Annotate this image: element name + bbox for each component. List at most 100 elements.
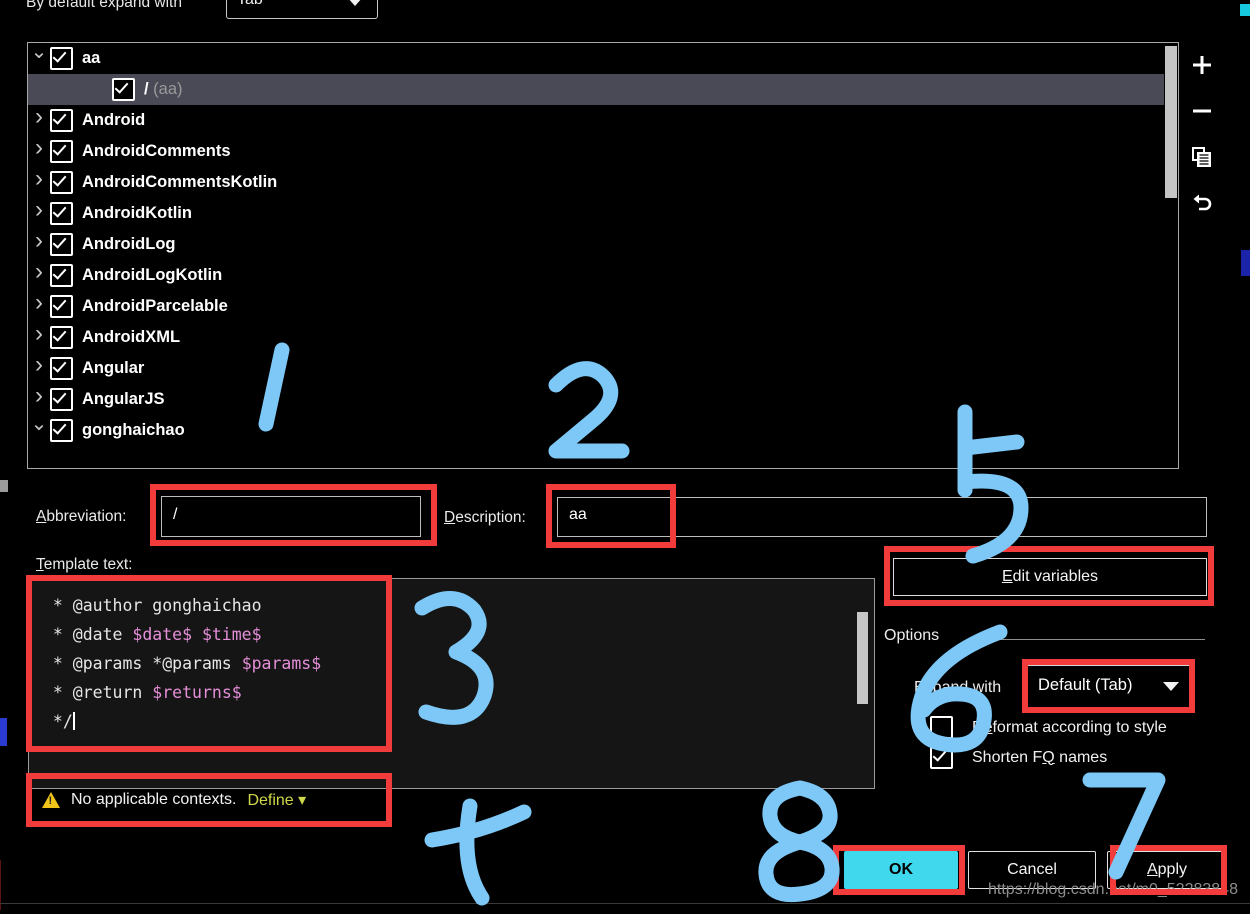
tree-row-checkbox[interactable] bbox=[50, 264, 73, 287]
duplicate-icon[interactable] bbox=[1183, 134, 1221, 180]
template-text-token: * @params *@params bbox=[43, 654, 242, 673]
tree-row[interactable]: / (aa) bbox=[28, 74, 1178, 105]
watermark-text: https://blog.csdn.net/m0_52283848 bbox=[988, 881, 1238, 898]
tree-row[interactable]: AndroidKotlin bbox=[28, 198, 1178, 229]
template-text-line: * @date $date$ $time$ bbox=[43, 620, 321, 649]
tree-row[interactable]: aa bbox=[28, 43, 1178, 74]
tree-row[interactable]: AndroidXML bbox=[28, 322, 1178, 353]
edge-fragment-right-cyan bbox=[1240, 4, 1250, 16]
chevron-right-icon[interactable] bbox=[28, 236, 50, 253]
tree-row[interactable]: AndroidLog bbox=[28, 229, 1178, 260]
cancel-button-label: Cancel bbox=[1007, 861, 1057, 878]
tree-row-checkbox[interactable] bbox=[50, 171, 73, 194]
edge-fragment-left-gray bbox=[0, 480, 8, 492]
tree-row-checkbox[interactable] bbox=[50, 202, 73, 225]
template-text-line: * @author gonghaichao bbox=[43, 591, 321, 620]
context-warning-text: No applicable contexts. bbox=[71, 791, 237, 808]
template-text-line: * @params *@params $params$ bbox=[43, 649, 321, 678]
apply-button-label: Apply bbox=[1146, 861, 1188, 878]
add-icon[interactable] bbox=[1183, 42, 1221, 88]
template-variable-token: $date$ $time$ bbox=[132, 625, 262, 644]
tree-rows: aa / (aa) Android AndroidComments AndroidCom… bbox=[28, 43, 1178, 446]
chevron-right-icon[interactable] bbox=[28, 267, 50, 284]
chevron-right-icon[interactable] bbox=[28, 174, 50, 191]
tree-row-checkbox[interactable] bbox=[50, 109, 73, 132]
edit-variables-button[interactable]: Edit variables bbox=[893, 558, 1207, 596]
chevron-down-icon[interactable] bbox=[28, 50, 50, 67]
tree-row-checkbox[interactable] bbox=[50, 233, 73, 256]
reformat-option-row[interactable]: Reformat according to style bbox=[930, 716, 1167, 739]
revert-icon[interactable] bbox=[1183, 180, 1221, 226]
shorten-option-row[interactable]: Shorten FQ names bbox=[930, 746, 1107, 769]
warning-triangle-icon bbox=[42, 792, 60, 808]
tree-row[interactable]: AngularJS bbox=[28, 384, 1178, 415]
chevron-right-icon[interactable] bbox=[28, 298, 50, 315]
tree-row-label: gonghaichao bbox=[82, 421, 185, 439]
tree-row-label: aa bbox=[82, 49, 101, 67]
abbreviation-label: Abbreviation: bbox=[36, 508, 127, 525]
define-contexts-link[interactable]: Define ▾ bbox=[247, 790, 306, 810]
reformat-label: Reformat according to style bbox=[972, 718, 1167, 736]
ok-button[interactable]: OK bbox=[844, 851, 958, 889]
description-value: aa bbox=[569, 506, 587, 523]
remove-icon[interactable] bbox=[1183, 88, 1221, 134]
tree-row-checkbox[interactable] bbox=[50, 326, 73, 349]
tree-row-label: Angular bbox=[82, 359, 145, 377]
description-label: Description: bbox=[444, 509, 526, 526]
edge-fragment-right-blue bbox=[1241, 250, 1250, 276]
shorten-checkbox[interactable] bbox=[930, 746, 953, 769]
chevron-down-icon[interactable] bbox=[28, 422, 50, 439]
tree-row-checkbox[interactable] bbox=[50, 47, 73, 70]
expand-with-label: Expand with bbox=[914, 679, 1002, 696]
template-variable-token: $params$ bbox=[241, 654, 322, 673]
template-text-token: * @date bbox=[43, 625, 133, 644]
chevron-right-icon[interactable] bbox=[28, 143, 50, 160]
shorten-label: Shorten FQ names bbox=[972, 748, 1108, 766]
ok-button-label: OK bbox=[889, 861, 913, 878]
annotation-numeral-4 bbox=[424, 798, 532, 906]
annotation-numeral-8 bbox=[758, 780, 840, 903]
tree-row-label: Android bbox=[82, 111, 146, 129]
tree-row[interactable]: gonghaichao bbox=[28, 415, 1178, 446]
tree-row[interactable]: AndroidComments bbox=[28, 136, 1178, 167]
tree-row-label: / (aa) bbox=[144, 80, 183, 98]
template-text-token: */ bbox=[43, 712, 73, 731]
default-expand-select[interactable]: Tab bbox=[226, 0, 378, 19]
template-text-editor[interactable]: * @author gonghaichao * @date $date$ $ti… bbox=[28, 578, 875, 789]
abbreviation-input[interactable]: / bbox=[161, 496, 421, 537]
tree-row[interactable]: Angular bbox=[28, 353, 1178, 384]
tree-row-label: AndroidLogKotlin bbox=[82, 266, 223, 284]
template-variable-token: $returns$ bbox=[152, 683, 242, 702]
template-scrollbar-thumb[interactable] bbox=[857, 612, 868, 704]
tree-row[interactable]: AndroidParcelable bbox=[28, 291, 1178, 322]
chevron-right-icon[interactable] bbox=[28, 360, 50, 377]
tree-row-checkbox[interactable] bbox=[50, 388, 73, 411]
reformat-checkbox[interactable] bbox=[930, 716, 953, 739]
text-cursor bbox=[72, 712, 75, 730]
edit-variables-label: Edit variables bbox=[1001, 568, 1099, 585]
tree-row[interactable]: AndroidLogKotlin bbox=[28, 260, 1178, 291]
tree-row[interactable]: Android bbox=[28, 105, 1178, 136]
tree-scrollbar-track[interactable] bbox=[1164, 43, 1178, 468]
tree-row-label: AngularJS bbox=[82, 390, 165, 408]
template-text-line: * @return $returns$ bbox=[43, 678, 321, 707]
tree-row-checkbox[interactable] bbox=[50, 419, 73, 442]
expand-with-value: Default (Tab) bbox=[1038, 676, 1133, 694]
tree-row-checkbox[interactable] bbox=[112, 78, 135, 101]
description-input[interactable]: aa bbox=[557, 497, 1207, 537]
tree-scrollbar-thumb[interactable] bbox=[1165, 46, 1177, 198]
tree-row-checkbox[interactable] bbox=[50, 295, 73, 318]
tree-row-checkbox[interactable] bbox=[50, 357, 73, 380]
template-text-line: */ bbox=[43, 707, 321, 736]
tree-row-suffix: (aa) bbox=[148, 80, 183, 98]
chevron-right-icon[interactable] bbox=[28, 329, 50, 346]
chevron-right-icon[interactable] bbox=[28, 205, 50, 222]
tree-row[interactable]: AndroidCommentsKotlin bbox=[28, 167, 1178, 198]
expand-with-select[interactable]: Default (Tab) bbox=[1026, 665, 1192, 709]
chevron-down-icon bbox=[1163, 682, 1179, 691]
chevron-right-icon[interactable] bbox=[28, 112, 50, 129]
tree-row-checkbox[interactable] bbox=[50, 140, 73, 163]
live-templates-tree[interactable]: aa / (aa) Android AndroidComments AndroidCom… bbox=[27, 42, 1179, 469]
chevron-down-icon bbox=[347, 0, 363, 6]
chevron-right-icon[interactable] bbox=[28, 391, 50, 408]
